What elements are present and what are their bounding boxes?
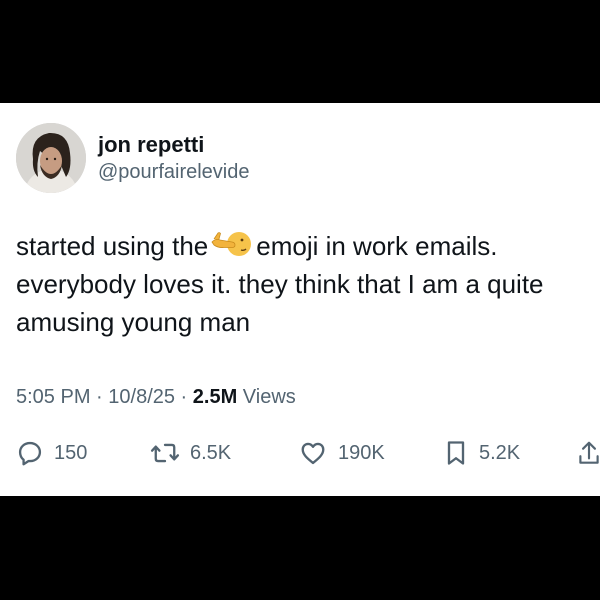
avatar[interactable] [16,123,86,193]
tweet-text-segment: started using the [16,231,209,261]
bookmark-button[interactable]: 5.2K [443,439,520,467]
share-icon [578,439,600,467]
tweet-date[interactable]: 10/8/25 [108,386,175,408]
reply-button[interactable]: 150 [16,439,87,467]
tweet-time[interactable]: 5:05 PM [16,386,90,408]
tweet-meta: 5:05 PM · 10/8/25 · 2.5M Views [16,386,296,409]
tweet-line-3: amusing young man [16,307,251,337]
author-names: jon repetti @pourfairelevide [98,131,250,185]
repost-button[interactable]: 6.5K [150,439,231,467]
avatar-photo [16,123,86,193]
views-label[interactable]: Views [237,386,296,408]
author-display-name[interactable]: jon repetti [98,131,250,159]
like-button[interactable]: 190K [298,439,385,467]
tweet-text: started using the emoji in work emails. … [16,227,586,341]
meta-separator: · [175,386,193,408]
bookmark-count: 5.2K [479,441,521,464]
meta-separator: · [90,386,109,408]
reply-count: 150 [54,441,88,464]
like-icon [298,439,328,467]
peeking-face-emoji-icon [210,229,252,259]
tweet-line-1: started using the emoji in work emails. [16,227,586,265]
views-count[interactable]: 2.5M [193,386,237,408]
tweet-text-segment: emoji in work emails. [256,231,498,261]
tweet-line-2: everybody loves it. they think that I am… [16,269,544,299]
repost-count: 6.5K [190,441,232,464]
reply-icon [16,439,44,467]
author-handle[interactable]: @pourfairelevide [98,159,250,185]
repost-icon [150,439,180,467]
bookmark-icon [443,439,469,467]
tweet-header: jon repetti @pourfairelevide [16,123,250,193]
like-count: 190K [338,441,385,464]
tweet-actions: 150 6.5K 190K 5.2K [16,437,600,469]
share-button[interactable] [578,439,600,467]
tweet-card: jon repetti @pourfairelevide started usi… [0,103,600,496]
